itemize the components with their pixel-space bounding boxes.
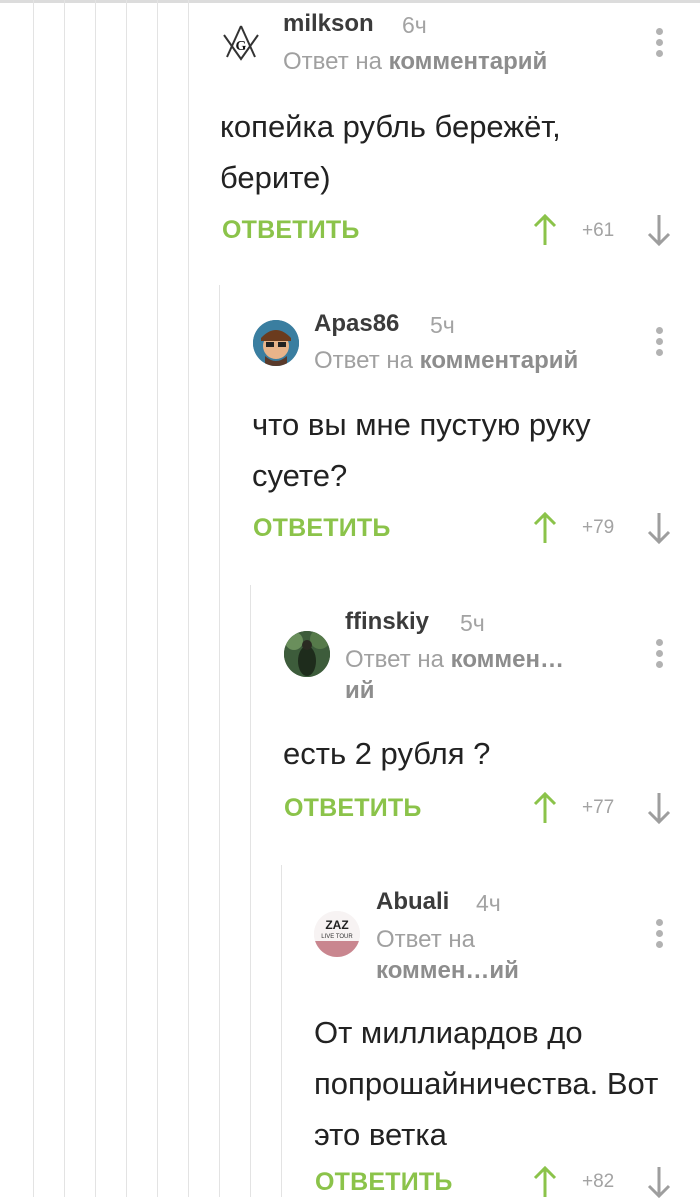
comment-text: От миллиардов до попрошайничества. Вот э… — [314, 1015, 659, 1152]
comment-text: есть 2 рубля ? — [283, 736, 491, 771]
comment-text: копейка рубль бережёт, берите) — [220, 109, 561, 195]
timestamp: 5ч — [430, 312, 455, 338]
more-vertical-icon[interactable] — [652, 28, 666, 62]
arrow-up-icon[interactable] — [532, 791, 558, 825]
avatar[interactable]: G — [218, 19, 264, 65]
avatar-subtext: LIVE TOUR — [321, 934, 353, 940]
reply-button[interactable]: ОТВЕТИТЬ — [284, 794, 422, 823]
more-vertical-icon[interactable] — [652, 639, 666, 673]
arrow-down-icon[interactable] — [646, 213, 672, 247]
arrow-up-icon[interactable] — [532, 1165, 558, 1199]
score: +77 — [582, 797, 615, 818]
username[interactable]: Abuali — [376, 888, 449, 916]
arrow-up-icon[interactable] — [532, 511, 558, 545]
score: +82 — [582, 1171, 615, 1192]
reply-to-link[interactable]: комментарий — [420, 347, 579, 374]
reply-button[interactable]: ОТВЕТИТЬ — [253, 514, 391, 543]
comment-ffinskiy: ffinskiy 5ч Ответ на коммен… ий есть 2 ру… — [0, 585, 700, 865]
username[interactable]: milkson — [283, 10, 374, 38]
timestamp: 6ч — [402, 12, 427, 38]
arrow-down-icon[interactable] — [646, 1165, 672, 1199]
reply-to-link[interactable]: комментарий — [389, 48, 548, 75]
arrow-down-icon[interactable] — [646, 511, 672, 545]
reply-to-link[interactable]: коммен…ий — [376, 957, 519, 984]
comment-abuali: ZAZ LIVE TOUR Abuali 4ч Ответ на коммен…и… — [0, 865, 700, 1199]
reply-button[interactable]: ОТВЕТИТЬ — [315, 1168, 453, 1197]
score: +79 — [582, 517, 615, 538]
comment-apas86: Apas86 5ч Ответ на комментарий что вы мн… — [0, 285, 700, 585]
avatar[interactable] — [284, 631, 330, 677]
timestamp: 5ч — [460, 610, 485, 636]
arrow-down-icon[interactable] — [646, 791, 672, 825]
comment-text: что вы мне пустую руку суете? — [252, 407, 591, 493]
arrow-up-icon[interactable] — [532, 213, 558, 247]
avatar-text: ZAZ — [325, 918, 348, 932]
username[interactable]: Apas86 — [314, 310, 399, 338]
more-vertical-icon[interactable] — [652, 919, 666, 953]
reply-to: Ответ на коммен…ий — [376, 926, 519, 984]
avatar[interactable] — [253, 320, 299, 366]
comment-milkson: G milkson 6ч Ответ на комментарий копейк… — [0, 0, 700, 285]
username[interactable]: ffinskiy — [345, 608, 429, 636]
avatar[interactable]: ZAZ LIVE TOUR — [314, 911, 360, 957]
more-vertical-icon[interactable] — [652, 327, 666, 361]
reply-button[interactable]: ОТВЕТИТЬ — [222, 216, 360, 245]
reply-to-link[interactable]: коммен… — [451, 646, 564, 673]
score: +61 — [582, 220, 615, 241]
timestamp: 4ч — [476, 890, 501, 916]
svg-text:G: G — [236, 39, 247, 54]
reply-to: Ответ на комментарий — [283, 48, 548, 75]
reply-to: Ответ на коммен… ий — [345, 646, 565, 704]
reply-to: Ответ на комментарий — [314, 347, 579, 374]
